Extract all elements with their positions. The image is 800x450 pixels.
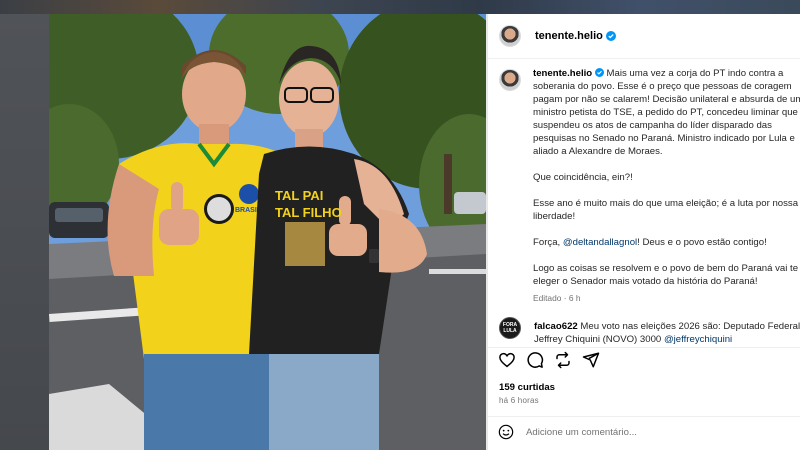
caption-username[interactable]: tenente.helio (533, 68, 592, 79)
author-avatar[interactable] (499, 25, 521, 47)
caption-paragraph-1: Mais uma vez a corja do PT indo contra a… (533, 68, 800, 157)
add-comment-bar (498, 424, 786, 440)
like-heart-icon[interactable] (498, 351, 516, 369)
caption-text: tenente.helio Mais uma vez a corja do PT… (533, 67, 800, 305)
repost-icon[interactable] (554, 351, 572, 369)
author-username[interactable]: tenente.helio (535, 30, 603, 42)
comment-bubble-icon[interactable] (526, 351, 544, 369)
background-top-strip (0, 0, 800, 14)
commenter-avatar[interactable]: FORA LULA (499, 317, 521, 339)
caption-force-prefix: Força, (533, 237, 561, 248)
photo-illustration: BRASIL TAL PAI TAL FILHO (49, 14, 486, 450)
caption-paragraph-3: Esse ano é muito mais do que uma eleição… (533, 198, 799, 222)
divider (488, 347, 800, 348)
caption-paragraph-2: Que coincidência, ein?! (533, 172, 633, 183)
emoji-icon[interactable] (498, 424, 514, 440)
post-side-panel: tenente.helio tenente.helio Mais uma vez… (488, 14, 800, 450)
verified-badge-icon (605, 31, 616, 41)
divider (488, 416, 800, 417)
background-left-overlay (0, 14, 49, 450)
add-comment-input[interactable] (526, 426, 786, 438)
shirt-text-line2: TAL FILHO (275, 205, 342, 220)
likes-count[interactable]: 159 curtidas (499, 382, 555, 393)
caption-force-suffix: ! Deus e o povo estão contigo! (637, 237, 767, 248)
post-header: tenente.helio (488, 14, 800, 59)
caption-paragraph-4: Força, @deltandallagnol! Deus e o povo e… (533, 236, 800, 249)
commenter-username[interactable]: falcao622 (534, 321, 578, 332)
action-bar (498, 351, 600, 371)
share-send-icon[interactable] (582, 351, 600, 369)
caption-paragraph-5: Logo as coisas se resolvem e o povo de b… (533, 263, 799, 287)
comment-text: falcao622 Meu voto nas eleições 2026 são… (534, 320, 800, 346)
post-time[interactable]: há 6 horas (499, 396, 539, 405)
caption-author-avatar[interactable] (499, 69, 521, 91)
caption-verified-icon (594, 68, 604, 77)
post-photo[interactable]: BRASIL TAL PAI TAL FILHO (49, 14, 486, 450)
shirt-text-line1: TAL PAI (275, 188, 323, 203)
edited-timestamp: Editado · 6 h (533, 293, 581, 303)
comment-mention-link[interactable]: @jeffreychiquini (664, 334, 732, 345)
caption-mention-link[interactable]: @deltandallagnol (563, 237, 637, 248)
comment-item: FORA LULA falcao622 Meu voto nas eleiçõe… (499, 317, 800, 347)
